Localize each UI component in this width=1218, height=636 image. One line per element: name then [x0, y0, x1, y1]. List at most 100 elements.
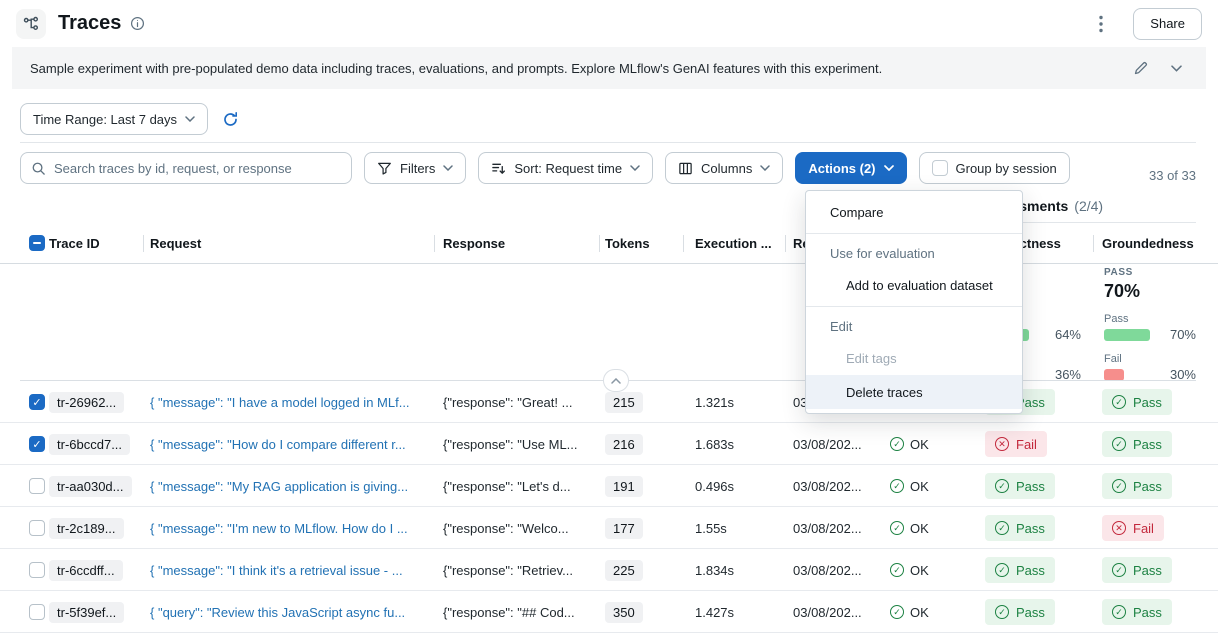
refresh-icon[interactable]	[222, 111, 239, 128]
request-link[interactable]: { "message": "I have a model logged in M…	[150, 395, 410, 410]
chevron-down-icon	[443, 165, 453, 171]
trace-id-link[interactable]: tr-6ccdff...	[49, 560, 123, 581]
correctness-badge: Pass	[985, 557, 1055, 583]
menu-divider	[806, 306, 1022, 307]
request-link[interactable]: { "message": "How do I compare different…	[150, 437, 406, 452]
tokens-value: 177	[605, 518, 643, 539]
table-row: tr-5f39ef... { "query": "Review this Jav…	[0, 591, 1218, 633]
group-by-session-label: Group by session	[956, 161, 1057, 176]
response-text: {"response": "Use ML...	[443, 437, 578, 452]
column-header-tokens[interactable]: Tokens	[605, 223, 650, 264]
request-time: 03/08/202...	[793, 479, 862, 494]
group-by-session-toggle[interactable]: Group by session	[919, 152, 1070, 184]
info-icon[interactable]	[130, 16, 145, 31]
state-badge: OK	[890, 479, 929, 494]
row-checkbox[interactable]	[29, 520, 45, 536]
row-checkbox[interactable]	[29, 604, 45, 620]
traces-page: Traces Share Sample experiment with pre-…	[0, 0, 1218, 636]
columns-button[interactable]: Columns	[665, 152, 783, 184]
assessment-icon	[995, 437, 1009, 451]
groundedness-overall-label: PASS	[1104, 267, 1196, 278]
row-checkbox[interactable]	[29, 562, 45, 578]
edit-description-icon[interactable]	[1133, 60, 1149, 76]
ok-check-icon	[890, 605, 904, 619]
groundedness-fail-bar	[1104, 369, 1124, 381]
group-by-session-checkbox[interactable]	[932, 160, 948, 176]
trace-toolbar: Filters Sort: Request time Columns Ac	[20, 152, 1070, 184]
column-header-groundedness[interactable]: Groundedness	[1102, 223, 1196, 264]
share-button[interactable]: Share	[1133, 8, 1202, 40]
trace-id-link[interactable]: tr-aa030d...	[49, 476, 132, 497]
row-checkbox[interactable]	[29, 436, 45, 452]
tokens-value: 350	[605, 602, 643, 623]
column-header-execution[interactable]: Execution ...	[695, 223, 772, 264]
request-link[interactable]: { "message": "I think it's a retrieval i…	[150, 563, 403, 578]
banner-text: Sample experiment with pre-populated dem…	[30, 61, 1133, 76]
row-checkbox[interactable]	[29, 478, 45, 494]
trace-id-link[interactable]: tr-26962...	[49, 392, 124, 413]
search-icon	[31, 161, 46, 176]
execution-time: 1.427s	[695, 605, 734, 620]
correctness-badge: Pass	[985, 515, 1055, 541]
menu-section-use-for-evaluation: Use for evaluation	[806, 238, 1022, 268]
menu-item-compare[interactable]: Compare	[806, 195, 1022, 229]
traces-icon	[16, 9, 46, 39]
state-badge: OK	[890, 437, 929, 452]
request-time: 03/08/202...	[793, 605, 862, 620]
ok-check-icon	[890, 479, 904, 493]
groundedness-fail-label: Fail	[1104, 353, 1196, 365]
banner-expand-chevron-icon[interactable]	[1171, 65, 1182, 72]
search-box[interactable]	[20, 152, 352, 184]
tokens-value: 215	[605, 392, 643, 413]
trace-count: 33 of 33	[1149, 168, 1196, 183]
tokens-value: 225	[605, 560, 643, 581]
groundedness-badge: Pass	[1102, 557, 1172, 583]
assessment-icon	[1112, 479, 1126, 493]
groundedness-overall-value: 70%	[1104, 281, 1196, 302]
groundedness-badge: Fail	[1102, 515, 1164, 541]
trace-id-link[interactable]: tr-6bccd7...	[49, 434, 130, 455]
groundedness-summary: PASS 70% Pass 70% Fail 30%	[1104, 264, 1196, 382]
sort-button[interactable]: Sort: Request time	[478, 152, 653, 184]
table-row: tr-6bccd7... { "message": "How do I comp…	[0, 423, 1218, 465]
column-header-request[interactable]: Request	[150, 223, 422, 264]
chevron-down-icon	[185, 116, 195, 122]
sort-icon	[491, 161, 506, 176]
columns-label: Columns	[701, 161, 752, 176]
row-checkbox[interactable]	[29, 394, 45, 410]
execution-time: 1.55s	[695, 521, 727, 536]
search-input[interactable]	[54, 161, 341, 176]
request-time: 03/08/202...	[793, 437, 862, 452]
request-link[interactable]: { "query": "Review this JavaScript async…	[150, 605, 405, 620]
response-text: {"response": "Let's d...	[443, 479, 571, 494]
execution-time: 0.496s	[695, 479, 734, 494]
request-link[interactable]: { "message": "I'm new to MLflow. How do …	[150, 521, 408, 536]
state-badge: OK	[890, 605, 929, 620]
collapse-summary-button[interactable]	[603, 369, 629, 392]
menu-item-delete-traces[interactable]: Delete traces	[806, 375, 1022, 409]
chevron-down-icon	[630, 165, 640, 171]
correctness-badge: Pass	[985, 599, 1055, 625]
correctness-badge: Pass	[985, 473, 1055, 499]
column-header-response[interactable]: Response	[443, 223, 587, 264]
trace-id-link[interactable]: tr-5f39ef...	[49, 602, 124, 623]
actions-label: Actions (2)	[808, 161, 875, 176]
tokens-value: 191	[605, 476, 643, 497]
time-range-dropdown[interactable]: Time Range: Last 7 days	[20, 103, 208, 135]
menu-divider	[806, 233, 1022, 234]
menu-section-edit: Edit	[806, 311, 1022, 341]
select-all-checkbox[interactable]	[29, 235, 45, 251]
actions-button[interactable]: Actions (2)	[795, 152, 906, 184]
table-header-row: Trace ID Request Response Tokens Executi…	[0, 223, 1218, 264]
filters-button[interactable]: Filters	[364, 152, 466, 184]
assessment-icon	[995, 605, 1009, 619]
overflow-menu-icon[interactable]	[1087, 10, 1115, 38]
state-badge: OK	[890, 521, 929, 536]
menu-item-edit-tags: Edit tags	[806, 341, 1022, 375]
response-text: {"response": "## Cod...	[443, 605, 575, 620]
table-row: tr-6ccdff... { "message": "I think it's …	[0, 549, 1218, 591]
trace-id-link[interactable]: tr-2c189...	[49, 518, 124, 539]
column-header-trace-id[interactable]: Trace ID	[49, 223, 100, 264]
menu-item-add-to-evaluation-dataset[interactable]: Add to evaluation dataset	[806, 268, 1022, 302]
request-link[interactable]: { "message": "My RAG application is givi…	[150, 479, 408, 494]
